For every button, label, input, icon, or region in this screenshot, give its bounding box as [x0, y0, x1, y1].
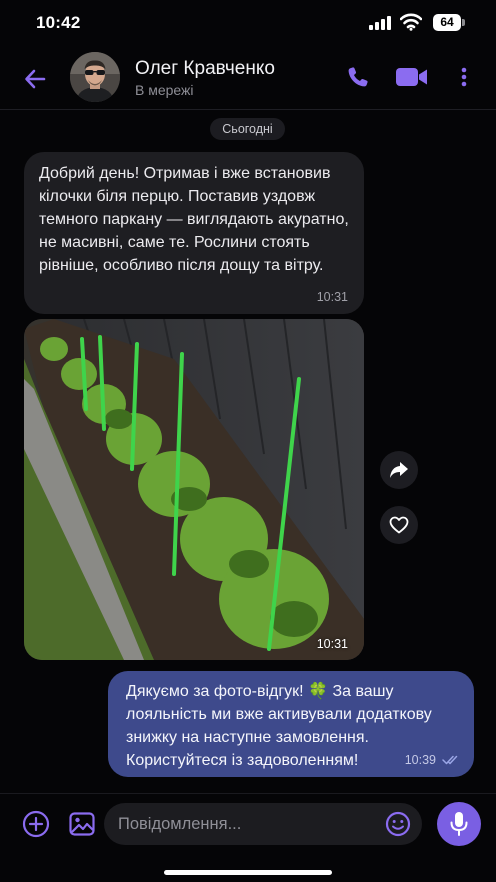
- chat-screen: 10:42 64 Олег Кравченко В мережі Сьогодн…: [0, 0, 496, 882]
- message-composer: [0, 793, 496, 882]
- back-button[interactable]: [18, 62, 52, 96]
- message-time: 10:31: [316, 290, 348, 304]
- emoji-button[interactable]: [384, 810, 412, 838]
- more-options-button[interactable]: [452, 62, 476, 92]
- message-input[interactable]: [104, 803, 422, 845]
- battery-level: 64: [433, 14, 461, 31]
- home-indicator[interactable]: [164, 870, 332, 875]
- share-icon: [390, 462, 408, 478]
- gallery-button[interactable]: [66, 808, 98, 840]
- date-separator: Сьогодні: [210, 118, 285, 140]
- heart-icon: [389, 516, 409, 534]
- message-meta: 10:39: [405, 753, 460, 767]
- battery-indicator: 64: [433, 14, 465, 31]
- pepper-plants-photo: [24, 319, 364, 660]
- status-time: 10:42: [36, 13, 81, 32]
- share-button[interactable]: [380, 451, 418, 489]
- incoming-photo-message[interactable]: 10:31: [24, 319, 364, 660]
- chat-header: Олег Кравченко В мережі: [0, 48, 496, 110]
- cellular-signal-icon: [369, 16, 391, 30]
- outgoing-message[interactable]: Дякуємо за фото-відгук! 🍀 За вашу лояльн…: [108, 671, 474, 777]
- like-button[interactable]: [380, 506, 418, 544]
- avatar[interactable]: [70, 52, 120, 102]
- more-vertical-icon: [461, 67, 467, 87]
- call-button[interactable]: [343, 62, 373, 92]
- message-time: 10:39: [404, 753, 436, 767]
- plus-circle-icon: [22, 810, 50, 838]
- contact-status: В мережі: [135, 82, 194, 98]
- contact-name[interactable]: Олег Кравченко: [135, 58, 275, 80]
- video-call-button[interactable]: [393, 62, 431, 92]
- message-text: Добрий день! Отримав і вже встановив кіл…: [39, 165, 349, 274]
- phone-icon: [348, 67, 368, 87]
- double-check-icon: [442, 755, 458, 765]
- avatar-photo: [70, 52, 120, 102]
- incoming-message[interactable]: Добрий день! Отримав і вже встановив кіл…: [24, 152, 364, 314]
- wifi-icon: [400, 13, 422, 31]
- microphone-icon: [450, 812, 468, 836]
- battery-tip: [462, 19, 465, 26]
- voice-message-button[interactable]: [437, 802, 481, 846]
- add-attachment-button[interactable]: [20, 808, 52, 840]
- status-bar: 10:42 64: [0, 0, 496, 48]
- gallery-icon: [69, 812, 95, 836]
- back-arrow-icon: [25, 69, 46, 89]
- emoji-icon: [385, 811, 411, 837]
- video-camera-icon: [396, 68, 427, 86]
- photo-message-time: 10:31: [316, 637, 348, 651]
